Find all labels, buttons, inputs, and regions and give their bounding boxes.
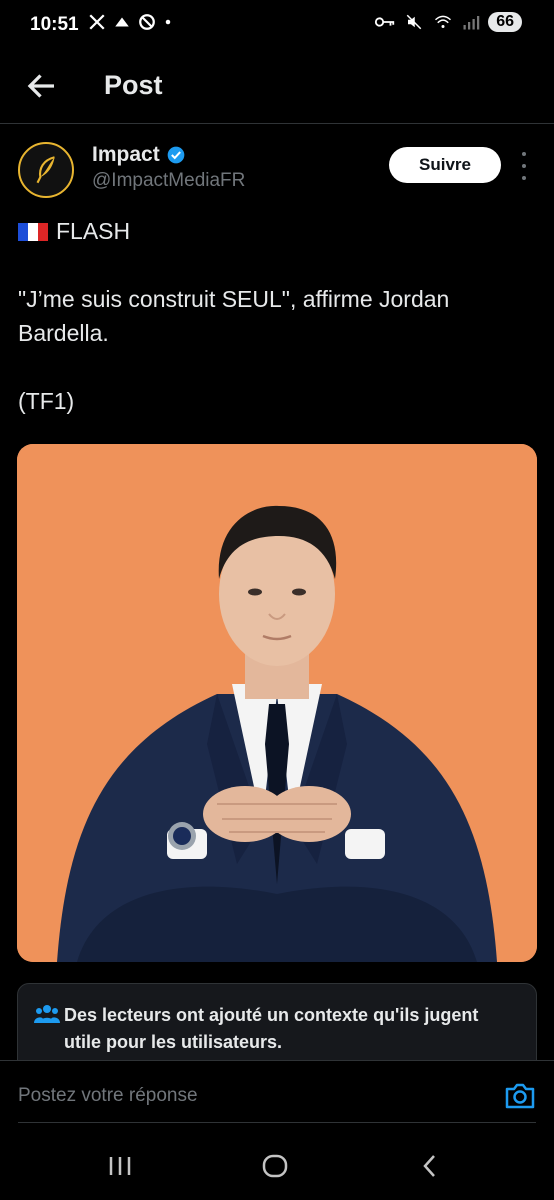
- status-time: 10:51: [30, 14, 79, 35]
- portrait-photo: [17, 444, 537, 962]
- key-icon: [375, 17, 395, 27]
- back-button[interactable]: [24, 68, 60, 104]
- post-line-quote: "J’me suis construit SEUL", affirme Jord…: [18, 286, 450, 346]
- avatar[interactable]: [18, 142, 74, 198]
- people-icon: [34, 1005, 60, 1023]
- verified-badge-icon: [167, 146, 185, 164]
- system-nav-bar: [0, 1130, 554, 1200]
- post-text: FLASH "J’me suis construit SEUL", affirm…: [18, 214, 538, 418]
- author-name[interactable]: Impact: [92, 143, 186, 167]
- battery-indicator: 66: [488, 12, 522, 32]
- top-header: Post: [0, 52, 554, 122]
- system-back-button[interactable]: [410, 1150, 450, 1182]
- recents-icon: [109, 1157, 131, 1175]
- blocked-icon: [139, 14, 155, 30]
- context-note-text: Des lecteurs ont ajouté un contexte qu'i…: [64, 1005, 479, 1052]
- threads-like-icon: [115, 17, 129, 27]
- reply-underline: [18, 1122, 536, 1123]
- author-handle[interactable]: @ImpactMediaFR: [92, 170, 245, 192]
- post-line-flash: FLASH: [56, 218, 131, 244]
- feather-icon: [36, 156, 55, 184]
- more-options-button[interactable]: [514, 152, 534, 180]
- more-dot-icon: [522, 176, 526, 180]
- post-line-source: (TF1): [18, 388, 75, 414]
- community-notes-banner[interactable]: Des lecteurs ont ajouté un contexte qu'i…: [17, 983, 537, 1063]
- french-flag-icon: [18, 223, 48, 241]
- reply-input[interactable]: Postez votre réponse: [18, 1085, 198, 1107]
- signal-icon: [463, 16, 480, 30]
- camera-icon: [505, 1083, 535, 1109]
- camera-button[interactable]: [504, 1081, 536, 1111]
- home-icon: [262, 1154, 288, 1178]
- dot-icon: [165, 19, 171, 25]
- status-bar: 10:51 66: [0, 0, 554, 52]
- more-dot-icon: [522, 152, 526, 156]
- follow-button[interactable]: Suivre: [389, 147, 501, 183]
- reply-bar: Postez votre réponse: [0, 1060, 554, 1131]
- mute-icon: [406, 14, 422, 30]
- post-image[interactable]: [17, 444, 537, 962]
- x-logo-icon: [89, 14, 105, 30]
- divider: [0, 123, 554, 124]
- wifi-icon: [435, 15, 452, 28]
- back-icon: [423, 1155, 435, 1177]
- page-title: Post: [104, 70, 163, 100]
- more-dot-icon: [522, 164, 526, 168]
- home-button[interactable]: [255, 1150, 295, 1182]
- arrow-left-icon: [27, 74, 54, 98]
- recents-button[interactable]: [100, 1150, 140, 1182]
